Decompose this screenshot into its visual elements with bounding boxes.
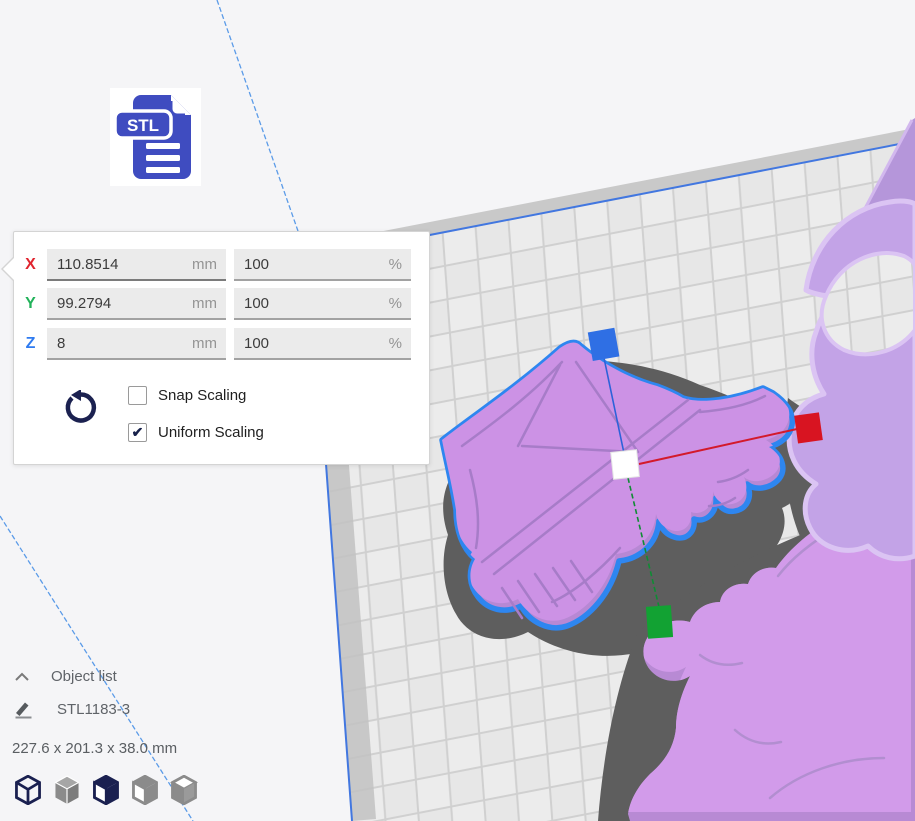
view-front-button[interactable]	[52, 774, 82, 806]
view-right-button[interactable]	[169, 774, 199, 806]
x-scale-handle[interactable]	[794, 412, 823, 443]
scale-row-z: Z mm %	[14, 328, 429, 360]
y-size-input[interactable]	[47, 288, 226, 318]
y-axis-label: Y	[14, 295, 47, 313]
z-axis-label: Z	[14, 335, 47, 353]
snap-checkbox-label: Snap Scaling	[158, 387, 246, 404]
app-window: STL X mm % Y mm	[0, 0, 915, 821]
uniform-checkbox-label: Uniform Scaling	[158, 424, 264, 441]
object-list-item[interactable]: STL1183-3	[14, 700, 130, 719]
z-percent-input[interactable]	[234, 328, 411, 358]
x-percent-input[interactable]	[234, 249, 411, 279]
snap-scaling-checkbox[interactable]: Snap Scaling	[128, 385, 246, 405]
view-left-button[interactable]	[130, 774, 160, 806]
chevron-up-icon	[14, 672, 30, 682]
center-scale-handle[interactable]	[611, 450, 640, 480]
stl-file-icon: STL	[110, 88, 201, 186]
y-percent-input[interactable]	[234, 288, 411, 318]
view-top-button[interactable]	[91, 774, 121, 806]
uniform-scaling-checkbox[interactable]: ✔ Uniform Scaling	[128, 422, 264, 442]
z-scale-handle[interactable]	[588, 328, 620, 361]
pencil-icon	[14, 700, 33, 719]
cube-left-icon	[131, 775, 159, 805]
stl-label: STL	[126, 116, 158, 135]
object-list-title: Object list	[51, 668, 117, 685]
cube-front-icon	[53, 775, 81, 805]
uniform-checkbox-box[interactable]: ✔	[128, 423, 147, 442]
camera-view-toolbar	[13, 774, 199, 806]
cube-3d-icon	[14, 775, 42, 805]
view-3d-button[interactable]	[13, 774, 43, 806]
scale-tool-panel: X mm % Y mm % Z mm	[13, 231, 430, 465]
cube-top-icon	[92, 775, 120, 805]
reset-scale-button[interactable]	[62, 390, 100, 430]
y-scale-handle[interactable]	[646, 605, 673, 639]
x-size-input[interactable]	[47, 249, 226, 279]
cube-right-icon	[170, 775, 198, 805]
scale-row-x: X mm %	[14, 249, 429, 281]
snap-checkbox-box[interactable]	[128, 386, 147, 405]
x-axis-label: X	[14, 256, 47, 274]
object-name: STL1183-3	[57, 701, 130, 718]
object-dimensions: 227.6 x 201.3 x 38.0 mm	[12, 740, 177, 757]
reset-icon	[63, 390, 99, 428]
z-size-input[interactable]	[47, 328, 226, 358]
object-list-header[interactable]: Object list	[14, 668, 117, 685]
scale-row-y: Y mm %	[14, 288, 429, 320]
